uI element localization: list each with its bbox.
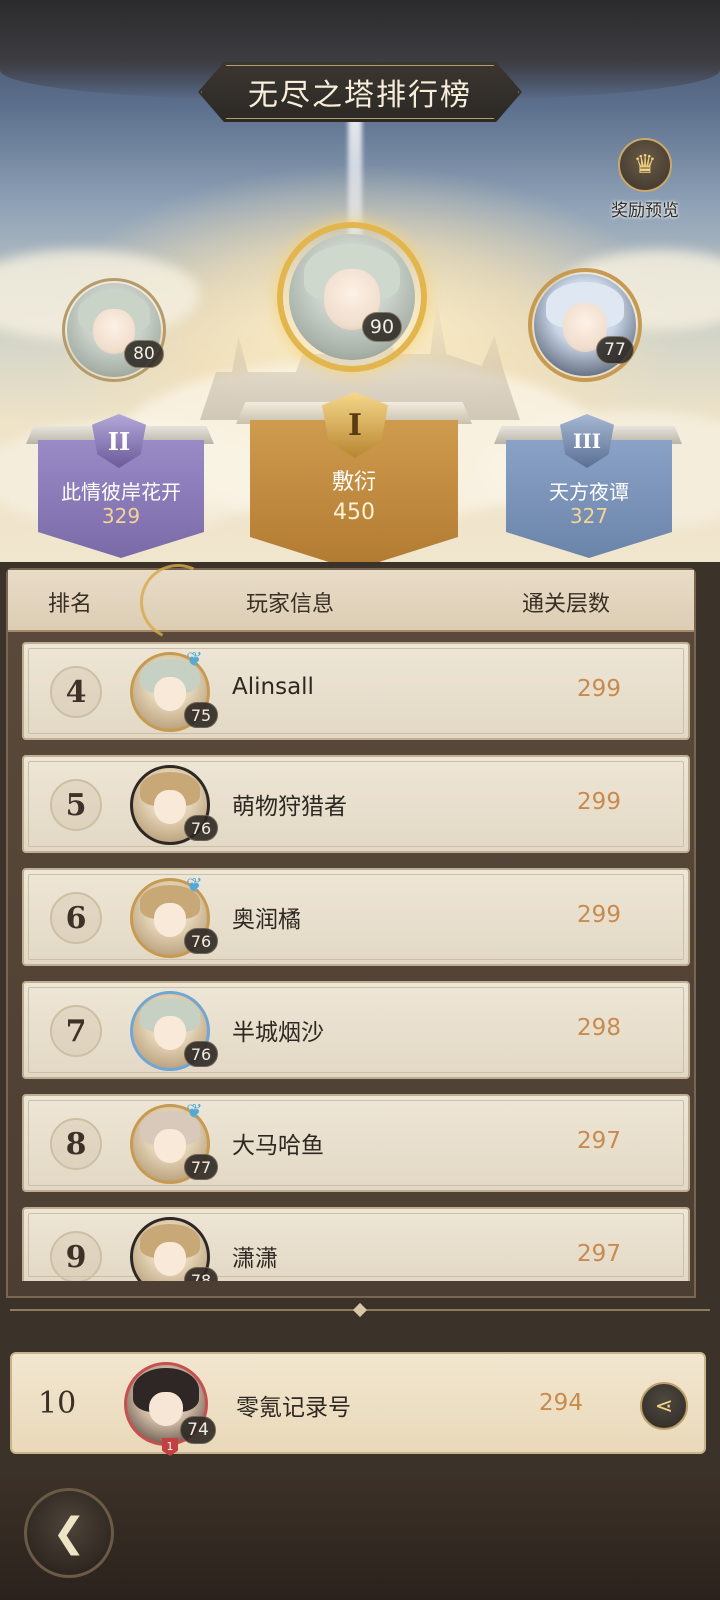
- table-row[interactable]: 6 ❦ 76 奥润橘 299: [22, 868, 690, 966]
- page-title: 无尽之塔排行榜: [248, 78, 472, 113]
- row-rank: 9: [50, 1231, 102, 1281]
- podium-1-avatar[interactable]: [289, 234, 415, 360]
- row-score: 298: [577, 1015, 621, 1041]
- butterfly-icon: ❦: [186, 1099, 203, 1123]
- row-rank: 5: [50, 779, 102, 831]
- row-name: 大马哈鱼: [232, 1133, 324, 1159]
- back-button[interactable]: ❮: [24, 1488, 114, 1578]
- crown-chest-icon: ♛: [618, 138, 672, 192]
- butterfly-icon: ❦: [186, 873, 203, 897]
- table-row[interactable]: 7 76 半城烟沙 298: [22, 981, 690, 1079]
- my-score: 294: [539, 1390, 583, 1416]
- list-header: 排名 玩家信息 通关层数: [8, 553, 694, 651]
- row-name: 萌物狩猎者: [232, 794, 347, 820]
- my-rank: 10: [38, 1386, 77, 1421]
- podium-1-score: 450: [333, 500, 375, 525]
- row-rank: 7: [50, 1005, 102, 1057]
- row-name: Alinsall: [232, 674, 314, 700]
- row-level: 76: [184, 815, 218, 841]
- ranking-list[interactable]: 排名 玩家信息 通关层数 4 ❦ 75 Alinsall 299 5 76 萌物…: [6, 553, 696, 1298]
- my-name: 零氪记录号: [236, 1395, 351, 1421]
- row-score: 299: [577, 676, 621, 702]
- header-ornament-icon: [129, 553, 227, 651]
- reward-preview-label: 奖励预览: [611, 201, 679, 221]
- header-player: 玩家信息: [246, 592, 335, 617]
- butterfly-icon: ❦: [186, 647, 203, 671]
- row-rank: 4: [50, 666, 102, 718]
- podium-2-score: 329: [101, 504, 141, 528]
- header-floors: 通关层数: [522, 592, 611, 617]
- my-level: 74: [180, 1416, 216, 1444]
- my-rank-row[interactable]: 10 74 1 零氪记录号 294 ⋖: [10, 1352, 706, 1456]
- my-rank-badge: 1: [162, 1438, 178, 1456]
- table-row[interactable]: 8 ❦ 77 大马哈鱼 297: [22, 1094, 690, 1192]
- row-level: 76: [184, 928, 218, 954]
- row-score: 297: [577, 1241, 621, 1267]
- row-level: 78: [184, 1267, 218, 1281]
- row-score: 299: [577, 902, 621, 928]
- back-arrow-icon: ❮: [52, 1510, 86, 1556]
- header-rank: 排名: [48, 592, 93, 617]
- table-row[interactable]: 4 ❦ 75 Alinsall 299: [22, 642, 690, 740]
- row-level: 76: [184, 1041, 218, 1067]
- row-name: 潇潇: [232, 1246, 278, 1272]
- podium-1-level: 90: [362, 312, 402, 342]
- podium-3-score: 327: [569, 504, 609, 528]
- table-row[interactable]: 5 76 萌物狩猎者 299: [22, 755, 690, 853]
- row-level: 77: [184, 1154, 218, 1180]
- table-row[interactable]: 9 78 潇潇 297: [22, 1207, 690, 1281]
- podium-3-name: 天方夜谭: [549, 480, 629, 504]
- row-rank: 8: [50, 1118, 102, 1170]
- share-button[interactable]: ⋖: [640, 1382, 688, 1430]
- reward-preview-button[interactable]: ♛ 奖励预览: [610, 138, 680, 228]
- title-banner: 无尽之塔排行榜: [198, 62, 522, 122]
- row-score: 297: [577, 1128, 621, 1154]
- section-divider: [0, 1300, 720, 1320]
- row-level: 75: [184, 702, 218, 728]
- podium-2-level: 80: [124, 340, 164, 368]
- row-rank: 6: [50, 892, 102, 944]
- share-icon: ⋖: [654, 1393, 674, 1419]
- podium-1-name: 敷衍: [331, 470, 376, 495]
- row-name: 奥润橘: [232, 907, 301, 933]
- row-name: 半城烟沙: [232, 1020, 324, 1046]
- podium-2-name: 此情彼岸花开: [61, 480, 181, 504]
- row-score: 299: [577, 789, 621, 815]
- podium-3-level: 77: [596, 336, 634, 364]
